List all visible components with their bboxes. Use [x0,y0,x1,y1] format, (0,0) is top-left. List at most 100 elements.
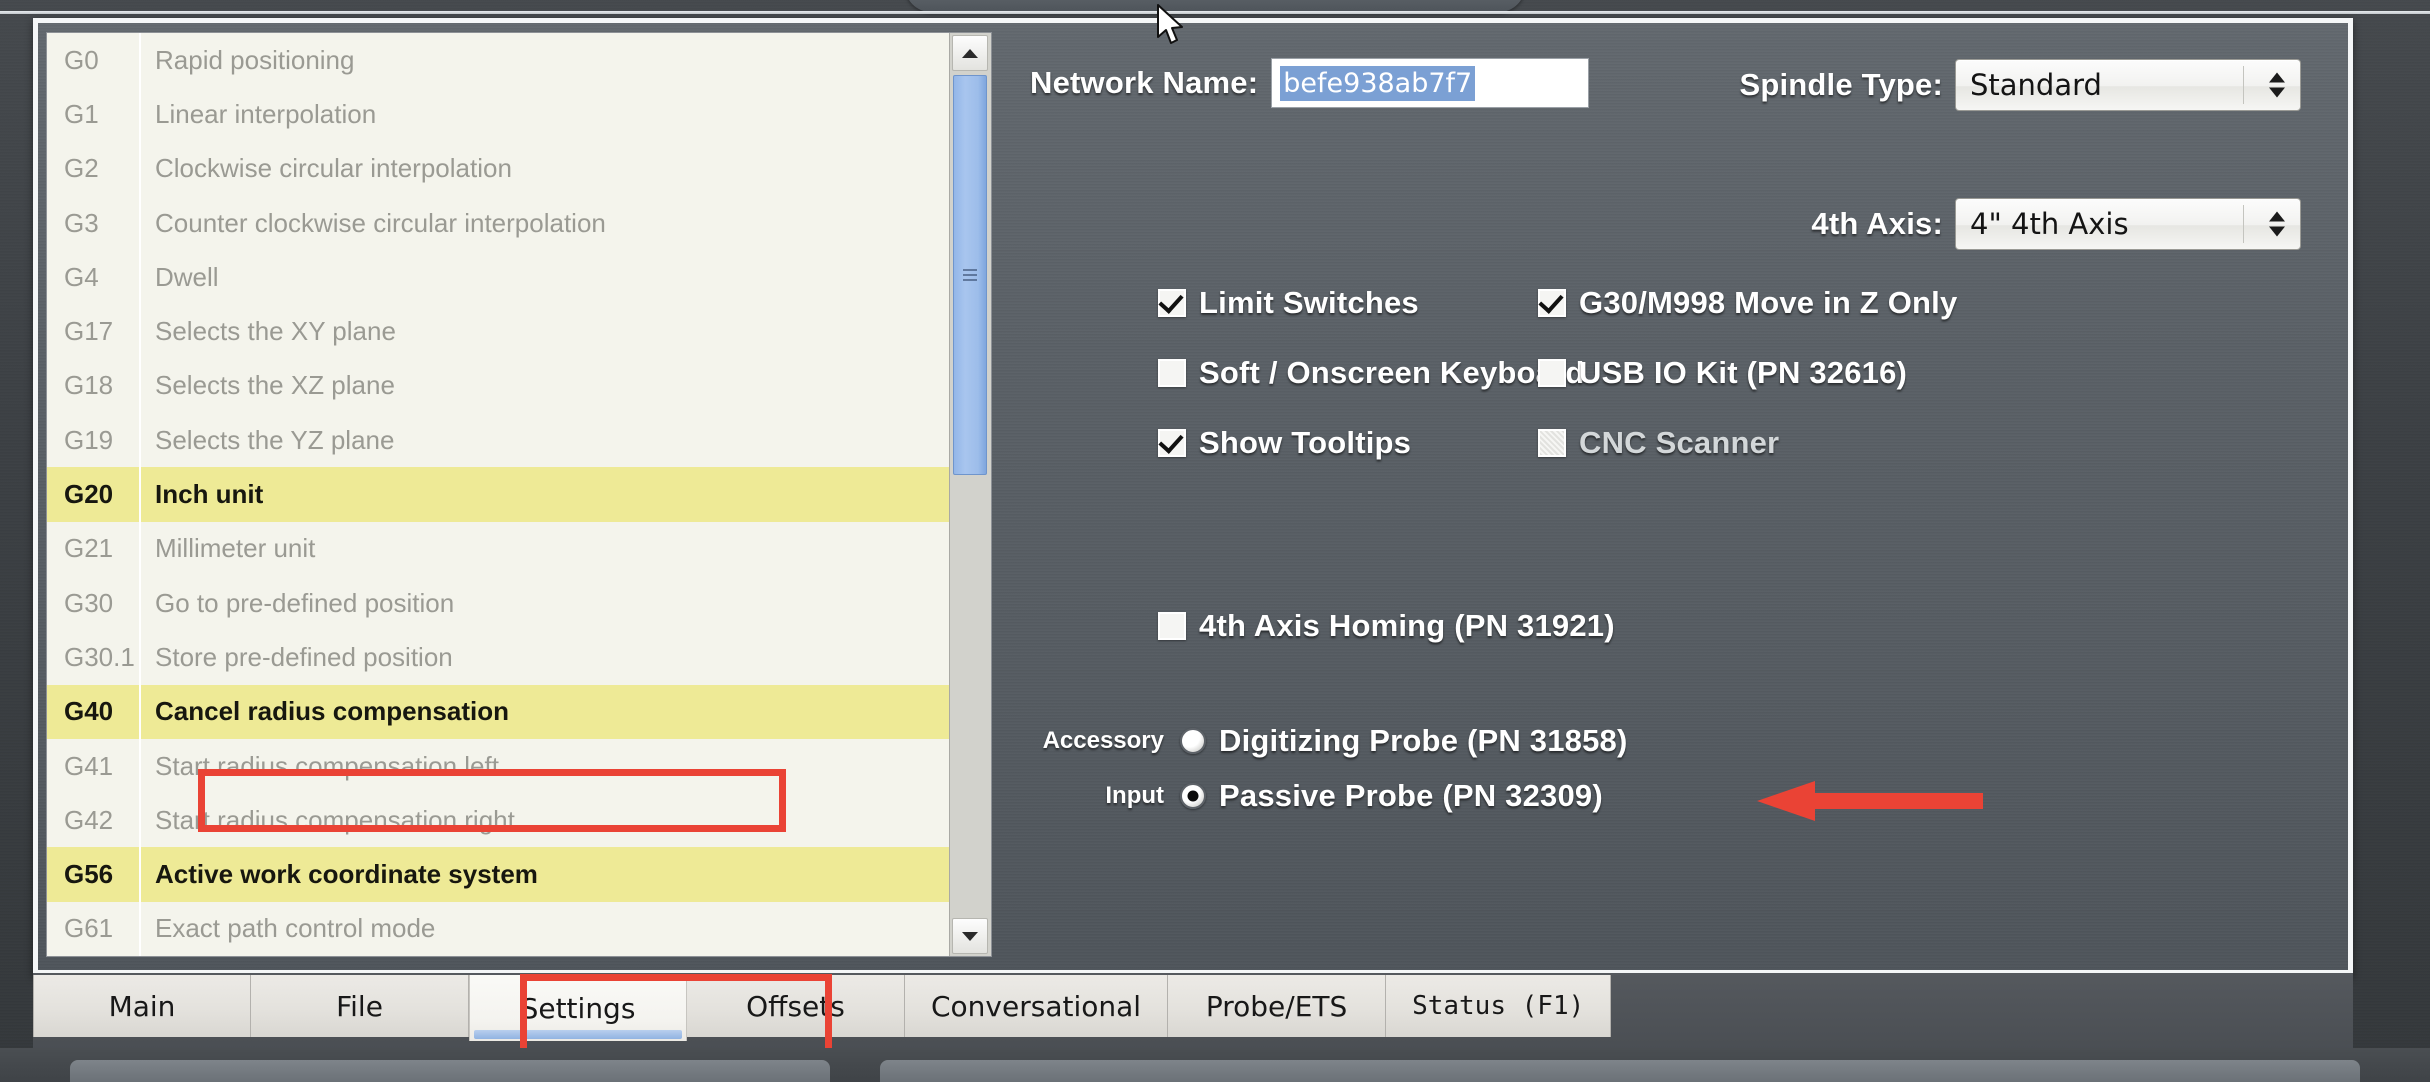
gcode-list-item[interactable]: G3Counter clockwise circular interpolati… [47,196,949,250]
fourth-axis-homing-row[interactable]: 4th Axis Homing (PN 31921) [1158,608,1615,644]
fourth-axis-label: 4th Axis: [1811,206,1943,242]
checkbox-row[interactable]: Limit Switches [1158,285,1585,321]
accessory-input-label: Accessory Input [1016,713,1164,823]
gcode-item-code: G42 [47,805,139,836]
gcode-item-code: G30 [47,588,139,619]
gcode-item-description: Selects the YZ plane [139,413,949,467]
checkbox-row[interactable]: Show Tooltips [1158,425,1585,461]
check-mark-icon [1158,428,1183,454]
tab-offsets[interactable]: Offsets [687,975,905,1037]
checkbox-row[interactable]: G30/M998 Move in Z Only [1538,285,1957,321]
checkbox-label: Soft / Onscreen Keyboard [1199,355,1585,391]
gcode-item-code: G3 [47,208,139,239]
gcode-list-item[interactable]: G18Selects the XZ plane [47,359,949,413]
checkbox-box[interactable] [1158,359,1186,387]
fourth-axis-value: 4" 4th Axis [1956,207,2129,241]
tab-file[interactable]: File [251,975,469,1037]
updown-chevron-icon [2269,73,2285,98]
tab-settings[interactable]: Settings [469,975,687,1041]
gcode-item-code: G61 [47,913,139,944]
checkbox-checked-icon[interactable] [1538,289,1566,317]
network-name-label: Network Name: [1030,65,1258,101]
radio-selected-icon[interactable] [1180,783,1206,809]
checkbox-box[interactable] [1158,612,1186,640]
gcode-list-item[interactable]: G40Cancel radius compensation [47,685,949,739]
gcode-list-item[interactable]: G42Start radius compensation right [47,793,949,847]
annotation-arrow-icon [1755,779,1985,823]
fourth-axis-homing-label: 4th Axis Homing (PN 31921) [1199,608,1615,644]
accessory-label-line1: Accessory [1016,713,1164,768]
gcode-item-code: G2 [47,153,139,184]
bottom-status-strip [0,1048,2430,1082]
tab-probe-ets[interactable]: Probe/ETS [1168,975,1386,1037]
radio-row[interactable]: Digitizing Probe (PN 31858) [1180,713,1627,768]
check-mark-icon [1158,288,1183,314]
settings-panel-background: G0Rapid positioningG1Linear interpolatio… [38,23,2348,970]
checkbox-checked-icon[interactable] [1158,289,1186,317]
checkbox-row: CNC Scanner [1538,425,1957,461]
gcode-list-item[interactable]: G61Exact path control mode [47,902,949,956]
tab-label: Offsets [746,990,845,1023]
scrollbar-thumb[interactable] [953,75,987,475]
fourth-axis-select[interactable]: 4" 4th Axis [1955,198,2301,250]
desktop-background: G0Rapid positioningG1Linear interpolatio… [0,0,2430,1082]
accessory-input-options: Digitizing Probe (PN 31858)Passive Probe… [1180,713,1627,823]
network-name-input[interactable]: befe938ab7f7 [1272,59,1588,107]
gcode-list-item[interactable]: G4Dwell [47,250,949,304]
gcode-item-code: G21 [47,533,139,564]
chevron-down-glyph [962,932,978,941]
spindle-type-value: Standard [1956,68,2102,102]
gcode-list-item[interactable]: G17Selects the XY plane [47,304,949,358]
gcode-item-code: G0 [47,45,139,76]
bottom-panel-right [880,1060,2360,1082]
checkbox-label: G30/M998 Move in Z Only [1579,285,1957,321]
gcode-list-item[interactable]: G1Linear interpolation [47,87,949,141]
gcode-item-description: Start radius compensation right [139,793,949,847]
gcode-list-rows[interactable]: G0Rapid positioningG1Linear interpolatio… [47,33,949,956]
chevron-down-icon[interactable] [952,918,988,954]
checkbox-label: CNC Scanner [1579,425,1779,461]
gcode-item-description: Active work coordinate system [139,847,949,901]
gcode-item-description: Cancel radius compensation [139,685,949,739]
tab-conversational[interactable]: Conversational [905,975,1168,1037]
radio-button-icon[interactable] [1180,728,1206,754]
checkbox-checked-icon[interactable] [1158,429,1186,457]
tab-label: Probe/ETS [1206,990,1347,1023]
checkbox-box[interactable] [1538,359,1566,387]
gcode-list-item[interactable]: G56Active work coordinate system [47,847,949,901]
gcode-item-description: Inch unit [139,467,949,521]
gcode-item-description: Linear interpolation [139,87,949,141]
gcode-list-item[interactable]: G20Inch unit [47,467,949,521]
gcode-item-code: G20 [47,479,139,510]
tab-status-f1[interactable]: Status (F1) [1386,975,1611,1037]
gcode-list-item[interactable]: G30.1Store pre-defined position [47,630,949,684]
gcode-list-item[interactable]: G19Selects the YZ plane [47,413,949,467]
accessory-label-line2: Input [1016,768,1164,823]
gcode-list-item[interactable]: G0Rapid positioning [47,33,949,87]
spindle-type-select[interactable]: Standard [1955,59,2301,111]
tab-main[interactable]: Main [33,975,251,1037]
tab-label: Main [109,990,176,1023]
gcode-reference-list[interactable]: G0Rapid positioningG1Linear interpolatio… [46,32,992,957]
gcode-item-description: Selects the XZ plane [139,359,949,413]
settings-form: Network Name: befe938ab7f7 Spindle Type:… [998,23,2348,970]
gcode-item-code: G40 [47,696,139,727]
gcode-item-code: G56 [47,859,139,890]
gcode-item-description: Millimeter unit [139,522,949,576]
radio-row[interactable]: Passive Probe (PN 32309) [1180,768,1627,823]
gcode-item-code: G17 [47,316,139,347]
tab-label: File [336,990,383,1023]
checkbox-label: Limit Switches [1199,285,1419,321]
gcode-list-item[interactable]: G2Clockwise circular interpolation [47,142,949,196]
gcode-item-description: Clockwise circular interpolation [139,142,949,196]
checkbox-row[interactable]: USB IO Kit (PN 32616) [1538,355,1957,391]
gcode-list-item[interactable]: G21Millimeter unit [47,522,949,576]
gcode-list-scrollbar[interactable] [949,33,991,956]
gcode-item-code: G1 [47,99,139,130]
checkbox-row[interactable]: Soft / Onscreen Keyboard [1158,355,1585,391]
gcode-list-item[interactable]: G41Start radius compensation left [47,739,949,793]
gcode-list-item[interactable]: G30Go to pre-defined position [47,576,949,630]
tab-label: Settings [521,992,636,1025]
gcode-item-description: Rapid positioning [139,33,949,87]
chevron-up-icon[interactable] [952,35,988,71]
